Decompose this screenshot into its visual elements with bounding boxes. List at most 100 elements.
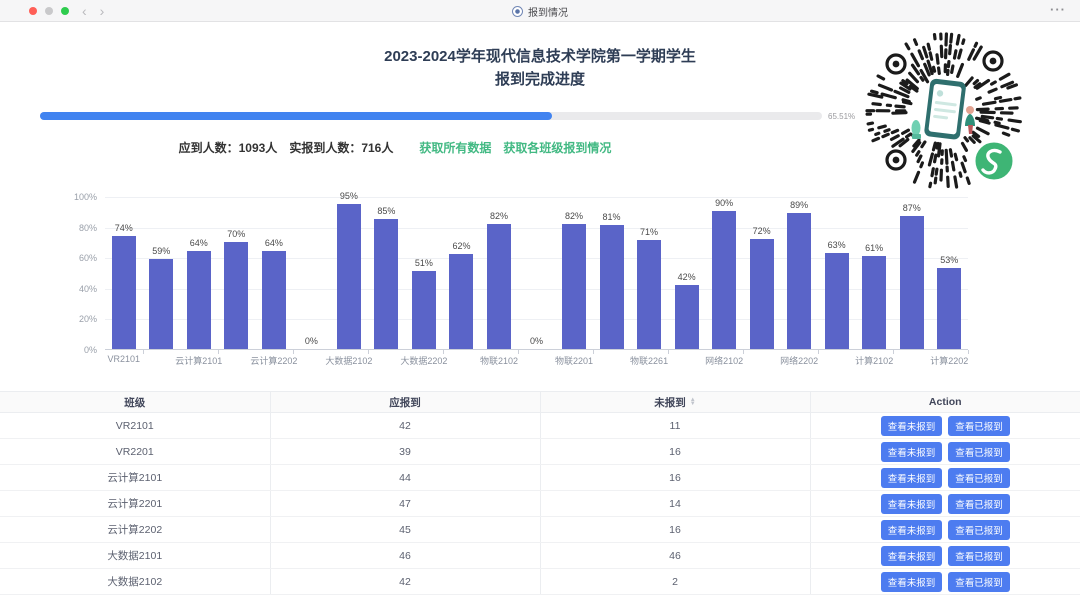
view-not-reported-button[interactable]: 查看未报到 bbox=[881, 494, 943, 514]
x-axis-tick bbox=[968, 350, 969, 354]
bar-value-label: 53% bbox=[929, 255, 969, 265]
cell-class: VR2201 bbox=[0, 439, 270, 465]
view-not-reported-button[interactable]: 查看未报到 bbox=[881, 468, 943, 488]
bar-value-label: 51% bbox=[404, 258, 444, 268]
x-axis-tick bbox=[893, 350, 894, 354]
cell-class: 大数据2102 bbox=[0, 569, 270, 595]
view-reported-button[interactable]: 查看已报到 bbox=[948, 546, 1010, 566]
cell-action: 查看未报到查看已报到 bbox=[810, 413, 1080, 439]
cell-not-reported: 46 bbox=[540, 543, 810, 569]
column-header-expected: 应报到 bbox=[270, 392, 540, 413]
chart-bar[interactable] bbox=[712, 211, 736, 349]
chart-bar[interactable] bbox=[262, 251, 286, 349]
column-header-not-reported[interactable]: 未报到 ▲▼ bbox=[540, 392, 810, 413]
stats-row: 应到人数：1093人 实报到人数：716人 获取所有数据 获取各班级报到情况 bbox=[0, 139, 790, 156]
view-reported-button[interactable]: 查看已报到 bbox=[948, 572, 1010, 592]
chart-bar[interactable] bbox=[825, 253, 849, 349]
cell-class: 云计算2201 bbox=[0, 491, 270, 517]
progress-percent-label: 65.51% bbox=[828, 112, 855, 121]
view-reported-button[interactable]: 查看已报到 bbox=[948, 442, 1010, 462]
class-report-table: 班级 应报到 未报到 ▲▼ Action VR21014211查看未报到查看已报… bbox=[0, 391, 1080, 595]
cell-not-reported: 2 bbox=[540, 569, 810, 595]
fullscreen-window-button[interactable] bbox=[61, 7, 69, 15]
view-not-reported-button[interactable]: 查看未报到 bbox=[881, 442, 943, 462]
x-axis-tick bbox=[218, 350, 219, 354]
table-row: VR21014211查看未报到查看已报到 bbox=[0, 413, 1080, 439]
more-menu-icon[interactable]: ··· bbox=[1050, 0, 1066, 20]
bar-value-label: 95% bbox=[329, 191, 369, 201]
cell-class: 云计算2202 bbox=[0, 517, 270, 543]
bar-value-label: 62% bbox=[441, 241, 481, 251]
page-title: 2023-2024学年现代信息技术学院第一学期学生 报到完成进度 bbox=[0, 45, 1080, 91]
bar-value-label: 61% bbox=[854, 243, 894, 253]
browser-titlebar: ‹ › 报到情况 ··· bbox=[0, 0, 1080, 22]
cell-action: 查看未报到查看已报到 bbox=[810, 491, 1080, 517]
x-axis-tick bbox=[143, 350, 144, 354]
view-not-reported-button[interactable]: 查看未报到 bbox=[881, 416, 943, 436]
x-axis-tick bbox=[593, 350, 594, 354]
chart-bar[interactable] bbox=[187, 251, 211, 349]
view-not-reported-button[interactable]: 查看未报到 bbox=[881, 546, 943, 566]
chart-bar[interactable] bbox=[374, 219, 398, 349]
view-reported-button[interactable]: 查看已报到 bbox=[948, 416, 1010, 436]
x-axis-tick bbox=[668, 350, 669, 354]
cell-action: 查看未报到查看已报到 bbox=[810, 517, 1080, 543]
y-axis-label: 20% bbox=[57, 314, 97, 324]
cell-expected: 44 bbox=[270, 465, 540, 491]
view-not-reported-button[interactable]: 查看未报到 bbox=[881, 520, 943, 540]
table-row: 云计算21014416查看未报到查看已报到 bbox=[0, 465, 1080, 491]
chart-bar[interactable] bbox=[149, 259, 173, 349]
sort-icon[interactable]: ▲▼ bbox=[690, 398, 696, 406]
cell-action: 查看未报到查看已报到 bbox=[810, 569, 1080, 595]
x-axis-label: 计算2202 bbox=[904, 354, 994, 367]
cell-expected: 47 bbox=[270, 491, 540, 517]
page-title-line2: 报到完成进度 bbox=[0, 68, 1080, 91]
chart-bar[interactable] bbox=[487, 224, 511, 349]
x-axis-tick bbox=[743, 350, 744, 354]
close-window-button[interactable] bbox=[29, 7, 37, 15]
view-not-reported-button[interactable]: 查看未报到 bbox=[881, 572, 943, 592]
expected-count-label: 应到人数：1093人 bbox=[179, 139, 278, 156]
bar-value-label: 63% bbox=[817, 240, 857, 250]
fetch-all-data-link[interactable]: 获取所有数据 bbox=[419, 139, 491, 156]
fetch-class-status-link[interactable]: 获取各班级报到情况 bbox=[503, 139, 611, 156]
chart-bar[interactable] bbox=[937, 268, 961, 349]
page-title-line1: 2023-2024学年现代信息技术学院第一学期学生 bbox=[0, 45, 1080, 68]
bar-value-label: 0% bbox=[517, 336, 557, 346]
chart-bar[interactable] bbox=[637, 240, 661, 349]
chart-bar[interactable] bbox=[600, 225, 624, 349]
chart-bar[interactable] bbox=[412, 271, 436, 349]
bar-value-label: 0% bbox=[291, 336, 331, 346]
cell-class: 云计算2101 bbox=[0, 465, 270, 491]
chart-bar[interactable] bbox=[750, 239, 774, 349]
minimize-window-button[interactable] bbox=[45, 7, 53, 15]
chart-bar[interactable] bbox=[337, 204, 361, 349]
bar-value-label: 72% bbox=[742, 226, 782, 236]
mini-program-logo-icon bbox=[974, 141, 1014, 181]
forward-icon[interactable]: › bbox=[100, 0, 105, 22]
x-axis-tick bbox=[368, 350, 369, 354]
view-reported-button[interactable]: 查看已报到 bbox=[948, 468, 1010, 488]
view-reported-button[interactable]: 查看已报到 bbox=[948, 520, 1010, 540]
chart-bar[interactable] bbox=[900, 216, 924, 349]
reported-count-label: 实报到人数：716人 bbox=[289, 139, 393, 156]
view-reported-button[interactable]: 查看已报到 bbox=[948, 494, 1010, 514]
bar-value-label: 89% bbox=[779, 200, 819, 210]
chart-plot: 100%80%60%40%20%0%74%VR210159%64%云计算2101… bbox=[105, 197, 968, 350]
cell-expected: 45 bbox=[270, 517, 540, 543]
back-icon[interactable]: ‹ bbox=[82, 0, 87, 22]
y-axis-label: 100% bbox=[57, 192, 97, 202]
cell-action: 查看未报到查看已报到 bbox=[810, 439, 1080, 465]
chart-bar[interactable] bbox=[675, 285, 699, 349]
cell-expected: 46 bbox=[270, 543, 540, 569]
y-axis-label: 40% bbox=[57, 284, 97, 294]
bar-value-label: 64% bbox=[179, 238, 219, 248]
chart-bar[interactable] bbox=[112, 236, 136, 349]
chart-bar[interactable] bbox=[224, 242, 248, 349]
y-axis-label: 60% bbox=[57, 253, 97, 263]
chart-bar[interactable] bbox=[787, 213, 811, 349]
chart-bar[interactable] bbox=[862, 256, 886, 349]
chart-bar[interactable] bbox=[449, 254, 473, 349]
bar-value-label: 90% bbox=[704, 198, 744, 208]
chart-bar[interactable] bbox=[562, 224, 586, 349]
